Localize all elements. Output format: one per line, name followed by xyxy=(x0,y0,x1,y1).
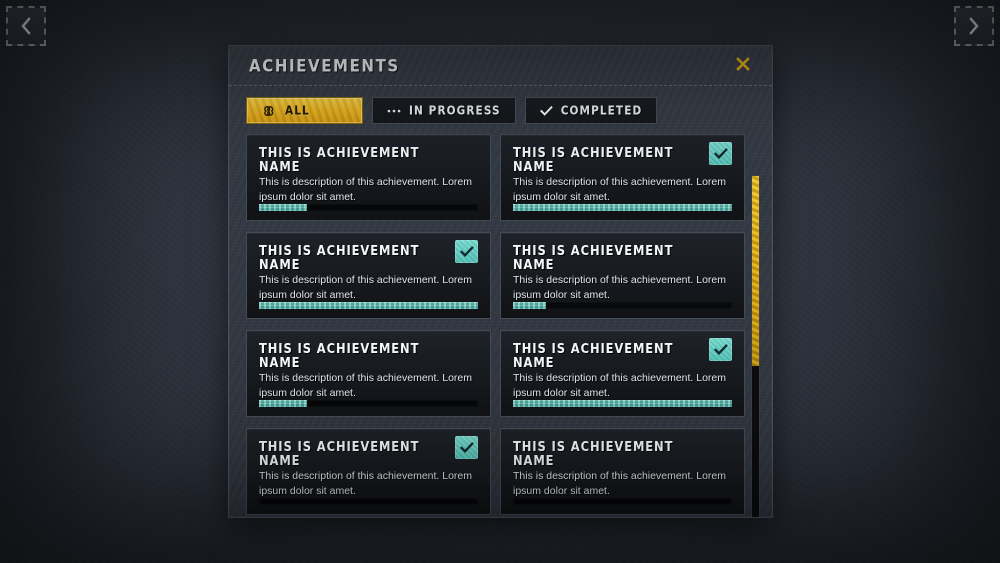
achievement-progress-bar xyxy=(259,302,478,309)
achievement-description: This is description of this achievement.… xyxy=(513,274,727,302)
achievement-progress-bar xyxy=(513,204,732,211)
completed-badge xyxy=(709,142,732,165)
filter-tabs: ALL IN PROGRESS COMPLETED xyxy=(229,86,772,134)
achievement-description: This is description of this achievement.… xyxy=(513,176,727,204)
tab-all-label: ALL xyxy=(285,103,310,118)
achievement-description: This is description of this achievement.… xyxy=(513,372,727,400)
infinity-icon xyxy=(261,105,277,116)
achievement-title: THIS IS ACHIEVEMENT NAME xyxy=(513,143,674,175)
chevron-left-icon xyxy=(18,17,34,35)
chevron-right-icon xyxy=(966,17,982,35)
achievement-card[interactable]: THIS IS ACHIEVEMENT NAME This is descript… xyxy=(246,428,491,515)
page-title: ACHIEVEMENTS xyxy=(249,55,400,76)
achievement-progress-fill xyxy=(513,302,546,309)
achievement-card[interactable]: THIS IS ACHIEVEMENT NAME This is descript… xyxy=(500,232,745,319)
achievement-card-header: THIS IS ACHIEVEMENT NAME xyxy=(513,243,732,272)
achievement-progress-fill xyxy=(513,400,732,407)
ellipsis-icon xyxy=(387,108,401,114)
close-icon xyxy=(735,56,751,75)
tab-in-progress-label: IN PROGRESS xyxy=(409,103,501,118)
achievement-card-header: THIS IS ACHIEVEMENT NAME xyxy=(259,240,478,271)
achievement-card-header: THIS IS ACHIEVEMENT NAME xyxy=(513,142,732,173)
achievement-card-header: THIS IS ACHIEVEMENT NAME xyxy=(259,341,478,370)
achievement-card-header: THIS IS ACHIEVEMENT NAME xyxy=(513,338,732,369)
achievement-title: THIS IS ACHIEVEMENT NAME xyxy=(259,339,420,371)
achievement-card[interactable]: THIS IS ACHIEVEMENT NAME This is descript… xyxy=(500,428,745,515)
achievement-title: THIS IS ACHIEVEMENT NAME xyxy=(513,339,674,371)
achievement-description: This is description of this achievement.… xyxy=(259,470,473,498)
achievement-card-header: THIS IS ACHIEVEMENT NAME xyxy=(259,145,478,174)
achievement-card[interactable]: THIS IS ACHIEVEMENT NAME This is descript… xyxy=(500,134,745,221)
achievement-description: This is description of this achievement.… xyxy=(513,470,727,498)
achievement-title: THIS IS ACHIEVEMENT NAME xyxy=(259,143,420,175)
achievement-card[interactable]: THIS IS ACHIEVEMENT NAME This is descript… xyxy=(500,330,745,417)
achievements-panel: ACHIEVEMENTS ALL IN PROGRESS COMPLETED T… xyxy=(228,45,773,518)
completed-badge xyxy=(709,338,732,361)
achievement-card[interactable]: THIS IS ACHIEVEMENT NAME This is descript… xyxy=(246,134,491,221)
achievement-card-header: THIS IS ACHIEVEMENT NAME xyxy=(259,436,478,467)
achievement-progress-bar xyxy=(259,204,478,211)
achievement-progress-bar xyxy=(513,400,732,407)
achievement-progress-bar xyxy=(259,498,478,505)
achievement-title: THIS IS ACHIEVEMENT NAME xyxy=(513,241,674,273)
scrollbar-thumb[interactable] xyxy=(752,176,759,366)
achievement-list: THIS IS ACHIEVEMENT NAME This is descript… xyxy=(229,134,772,515)
tab-completed-label: COMPLETED xyxy=(560,103,643,118)
achievement-progress-fill xyxy=(513,204,732,211)
achievement-description: This is description of this achievement.… xyxy=(259,176,473,204)
achievement-title: THIS IS ACHIEVEMENT NAME xyxy=(259,437,420,469)
achievement-progress-bar xyxy=(513,498,732,505)
achievement-progress-fill xyxy=(259,302,478,309)
achievement-description: This is description of this achievement.… xyxy=(259,372,473,400)
achievement-card-header: THIS IS ACHIEVEMENT NAME xyxy=(513,439,732,468)
achievement-progress-bar xyxy=(513,302,732,309)
achievement-progress-fill xyxy=(259,400,308,407)
completed-badge xyxy=(455,240,478,263)
scrollbar-track[interactable] xyxy=(751,175,760,517)
tab-completed[interactable]: COMPLETED xyxy=(524,97,658,124)
achievement-title: THIS IS ACHIEVEMENT NAME xyxy=(513,437,674,469)
achievement-progress-bar xyxy=(259,400,478,407)
completed-badge xyxy=(455,436,478,459)
achievement-title: THIS IS ACHIEVEMENT NAME xyxy=(259,241,420,273)
close-button[interactable] xyxy=(732,55,754,77)
tab-all[interactable]: ALL xyxy=(246,97,363,124)
achievement-grid: THIS IS ACHIEVEMENT NAME This is descript… xyxy=(246,134,772,515)
achievement-card[interactable]: THIS IS ACHIEVEMENT NAME This is descript… xyxy=(246,330,491,417)
panel-header: ACHIEVEMENTS xyxy=(229,46,772,86)
tab-in-progress[interactable]: IN PROGRESS xyxy=(372,97,516,124)
check-icon xyxy=(539,105,553,116)
achievement-description: This is description of this achievement.… xyxy=(259,274,473,302)
prev-page-button[interactable] xyxy=(6,6,46,46)
achievement-card[interactable]: THIS IS ACHIEVEMENT NAME This is descript… xyxy=(246,232,491,319)
achievement-progress-fill xyxy=(259,204,308,211)
next-page-button[interactable] xyxy=(954,6,994,46)
